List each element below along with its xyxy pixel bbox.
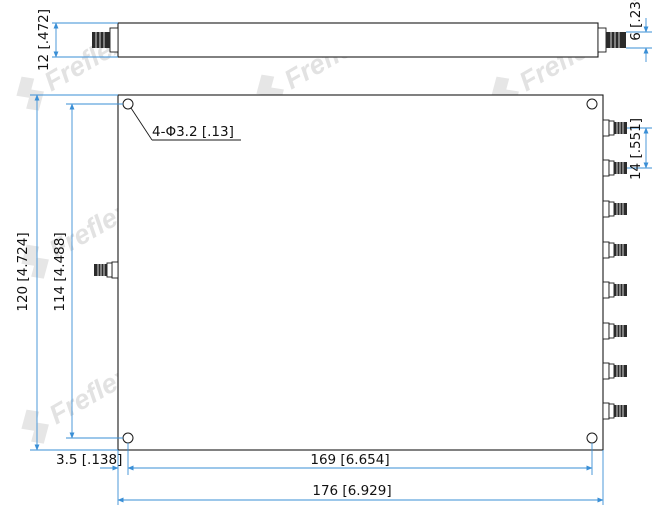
- output-port-connector: [602, 362, 628, 380]
- hole-spacing-vertical-label: 114 [4.488]: [52, 232, 68, 311]
- total-width-label: 176 [6.929]: [312, 483, 391, 499]
- side-height-label: 12 [.472]: [36, 9, 52, 71]
- output-port-connector: [602, 322, 628, 340]
- technical-drawing: Freflex Freflex Freflex Freflex Freflex …: [15, 0, 652, 505]
- mounting-hole: [586, 432, 598, 444]
- side-right-connector: [597, 27, 626, 53]
- hole-callout-label: 4-Φ3.2 [.13]: [152, 124, 234, 140]
- hole-edge-offset-label: 3.5 [.138]: [56, 452, 122, 468]
- mounting-hole: [122, 432, 134, 444]
- output-port-connector: [602, 281, 628, 299]
- mounting-hole: [122, 98, 134, 110]
- output-port-connector: [602, 241, 628, 259]
- housing-outline: [117, 94, 604, 451]
- mounting-hole: [586, 98, 598, 110]
- total-height-label: 120 [4.724]: [15, 232, 31, 311]
- top-view: 4-Φ3.2 [.13] 120 [4.724] 114 [4.488] 14 …: [15, 94, 652, 505]
- output-port-connector: [602, 119, 628, 137]
- hole-spacing-horizontal-label: 169 [6.654]: [310, 452, 389, 468]
- side-connector-label: 6 [.236]: [628, 0, 644, 41]
- output-port-connector: [602, 200, 628, 218]
- input-port-connector: [93, 261, 119, 279]
- port-pitch-label: 14 [.551]: [628, 118, 644, 180]
- output-port-connector: [602, 402, 628, 420]
- output-port-connector: [602, 159, 628, 177]
- side-view-body: [117, 22, 599, 58]
